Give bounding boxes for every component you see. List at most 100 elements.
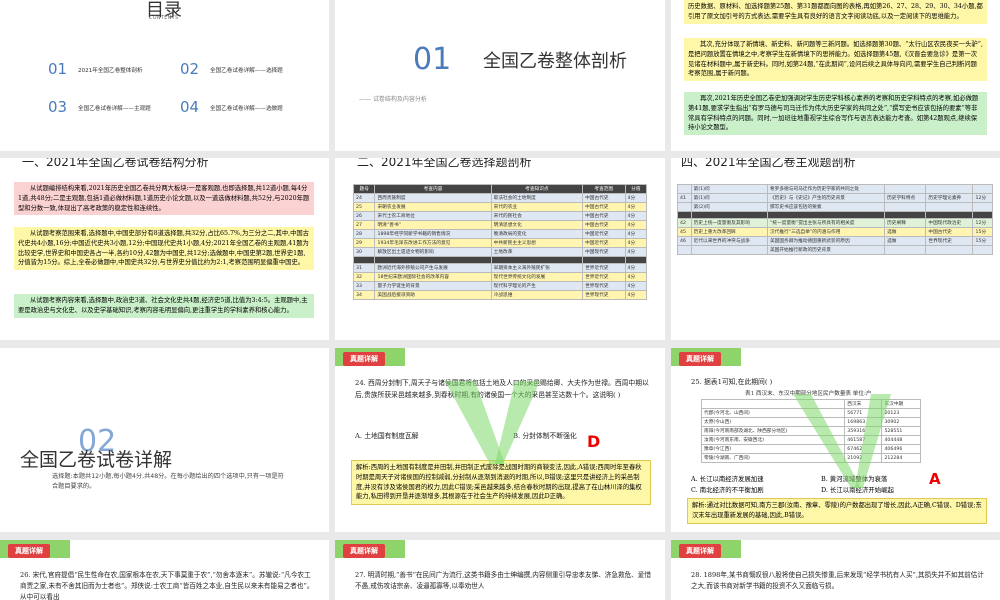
table-cell: 4分 [624,211,648,221]
badge-label: 真题详解 [8,544,50,558]
slide-choice-table[interactable]: 二、2021年全国乙卷选择题剖析 题号 考查内容 考查知识点 考查范围 分值 24 西周贵族… [335,158,665,340]
table-row: 太原(今山西) 169863 30902 [700,417,921,427]
slide-question-28[interactable]: 真题详解 28. 1898年,某书商慨叹很八股将使自己损失惨重,后来发现“经学书… [671,540,1000,600]
option-a[interactable]: A. 长江以南经济发展加速 [691,474,764,483]
option-d[interactable]: D. 长江以南经济开始崛起 [821,485,894,494]
table-cell: 20123 [881,408,921,418]
table-cell: 解放区出土遗迹文物的影响 [374,247,492,257]
table-cell: 世界近代史 [582,263,626,274]
option-a[interactable]: A. 土地国有制度瓦解 [355,430,419,440]
table-cell: 中共新民主主义思想 [490,238,584,248]
table-cell: 4分 [624,238,648,248]
table-cell: 宋代士农工商地位 [374,211,492,221]
table-cell: 41 [677,193,692,203]
table-row: 代郡(今河北、山西间) 56771 20123 [700,408,921,418]
table-cell: 21092 [844,453,883,463]
slide-analysis-text[interactable]: 历史数据、原材料、加选择题第25题、第31题都面向图的表格,再如第26、27、2… [671,0,1000,151]
table-cell [925,245,974,256]
toc-subtitle: CONTENTS [149,16,179,21]
table-cell: 世界现代史 [582,290,626,301]
option-b[interactable]: B. 分封体制不断强化 [513,430,577,440]
slide-question-24[interactable]: 真题详解 24. 西周分封制下,周天子与诸侯国君将包括土地及人口的采邑赐给卿、大… [335,348,665,532]
table-cell: 现代科学理论的产生 [490,281,584,292]
table-cell: 历史学科特点 [884,193,927,203]
table-cell [972,210,993,220]
slide-section-02[interactable]: 02 全国乙卷试卷详解 选择题:本题共12小题,每小题4分,共48分。在每小题给… [0,348,329,532]
table-cell: 56771 [844,408,883,418]
table-row: 29 1934年毛泽东改进工作方法的意见 中共新民主主义思想 中国近代史 4分 [352,238,648,248]
section-title: 全国乙卷整体剖析 [483,51,627,72]
slide-structure[interactable]: 一、2021年全国乙卷试卷结构分析 从试题编排结构来看,2021年历史全国乙卷共… [0,158,329,340]
table-cell: 西周贵族制度 [374,193,492,203]
table-cell: 世界近代史 [582,272,626,283]
table-row: 41 第(1)问 《历史》与《史记》产生的历史背景 历史学科特点 历史学理论素养 12分 [677,193,993,203]
table-header-cell: 分值 [624,184,648,194]
table-cell [624,255,648,265]
population-table: 西汉末 东汉中期 代郡(今河北、山西间) 56771 20123 太原(今山西) 16986… [700,399,921,463]
option-b[interactable]: B. 黄河流域整体为衰落 [821,474,887,483]
slide-heading: 二、2021年全国乙卷选择题剖析 [357,158,532,169]
slide-section-01[interactable]: 01 全国乙卷整体剖析 —— 试卷结构及内容分析 [335,0,665,151]
table-header-cell: 西汉末 [844,399,883,409]
table-header-cell: 东汉中期 [881,399,921,409]
table-cell [884,210,927,220]
table-cell: 宋代的农业 [490,202,584,212]
table-cell [925,202,974,212]
table-row: 27 明清“善书” 明清思想文化 中国古代史 4分 [352,220,648,230]
table-cell: 美国战后援派资助 [374,290,492,301]
table-row: 汝南(今河南东南、安徽西北) 461587 404448 [700,435,921,445]
table-cell [925,210,974,220]
slide-question-25[interactable]: 真题详解 25. 据表1可知,在此期间( ) 表1 西汉末、东汉中期部分地区民户… [671,348,1000,532]
table-cell: 南阳(今河南南部及湖北、陕西部分地区) [700,426,846,436]
table-cell: 15分 [972,227,993,238]
question-text: 25. 据表1可知,在此期间( ) [691,378,773,386]
table-cell [690,210,768,220]
table-row: 31 欧洲近代海外移殖公司产生与发展 早期资本主义海外殖民扩张 世界近代史 4分 [352,263,648,274]
table-cell: 461587 [844,435,883,445]
table-cell: 46 [677,236,692,247]
table-caption: 表1 西汉末、东汉中期部分地区民户数量表 单位:户 [745,391,872,397]
table-cell: 近代以来世界的冲突与战争 [690,236,768,247]
table-cell: 34 [352,290,376,301]
table-row: 33 量子力学诞生的背景 现代科学理论的产生 世界现代史 4分 [352,281,648,292]
table-cell: 27 [352,220,376,230]
table-cell: 24 [352,193,376,203]
table-row: 30 解放区出土遗迹文物的影响 土地改革 中国现代史 4分 [352,247,648,257]
table-cell: 太原(今山西) [700,417,846,427]
table-row: 美国开始推行新政的历史背景 [677,245,993,256]
structure-paragraph-3: 从试题考察内容来看,选择题中,政治史3道、社会文化史共4题,经济史5道,比值为3… [14,294,314,318]
question-text: 26. 宋代,官府提倡“民生性命在农,国家根本在农,天下事莫重于农”,“勿舍本逐… [20,571,314,600]
table-cell: 4分 [624,193,648,203]
slide-toc[interactable]: 目录 CONTENTS 01 2021年全国乙卷整体剖析 02 全国乙卷试卷详解… [0,0,329,151]
table-cell: 量子力学诞生的背景 [374,281,492,292]
table-cell: 25 [352,202,376,212]
toc-num-1: 01 [48,60,68,78]
slide-heading: 一、2021年全国乙卷试卷结构分析 [22,158,209,169]
slide-subjective-table[interactable]: 四、2021年全国乙卷主观题剖析 第(1)问 希罗多德与司马迁作为历史学家的共同之… [671,158,1000,340]
analysis-paragraph-3: 再次,2021年历史全国乙卷史加强调对学生历史学科核心素养的考察和历史学科特点的… [684,92,987,135]
table-cell: 4分 [624,281,648,292]
table-row [352,255,648,265]
structure-paragraph-1: 从试题编排结构来看,2021年历史全国乙卷共分两大板块:一是客观题,也即选择题,… [14,182,314,216]
toc-num-4: 04 [180,98,200,116]
slide-question-26[interactable]: 真题详解 26. 宋代,官府提倡“民生性命在农,国家根本在农,天下事莫重于农”,… [0,540,329,600]
table-cell: 45 [677,227,692,238]
table-cell: 26 [352,211,376,221]
table-row: 45 历史上重大改革回眸 汉代推行“三选自举”的内涵与作用 选做 中国古代史 15分 [677,227,993,238]
table-cell: 中国古代史 [582,193,626,203]
table-cell: 12分 [972,193,993,203]
table-cell: 历史阐释 [884,218,927,229]
table-row: 28 1898年经学同新学书籍的销售情况 晚清政局的变化 中国近代史 4分 [352,229,648,239]
slide-question-27[interactable]: 真题详解 27. 明清时期,“善书”在民间广为流行,这类书籍多由士绅编撰,内容侧… [335,540,665,600]
table-cell: 32 [352,272,376,283]
table-cell: 中国古代史 [582,202,626,212]
table-cell: 中国古代史 [582,211,626,221]
option-c[interactable]: C. 南北经济的不平衡加剧 [691,485,764,494]
table-cell [352,255,376,265]
table-cell [972,184,993,194]
table-cell: 中国现代政治史 [925,218,974,229]
table-cell: 第(1)问 [690,193,768,203]
table-cell: 15分 [972,236,993,247]
table-cell: 212284 [881,453,921,463]
table-cell: 美国开始推行新政的历史背景 [766,245,886,256]
